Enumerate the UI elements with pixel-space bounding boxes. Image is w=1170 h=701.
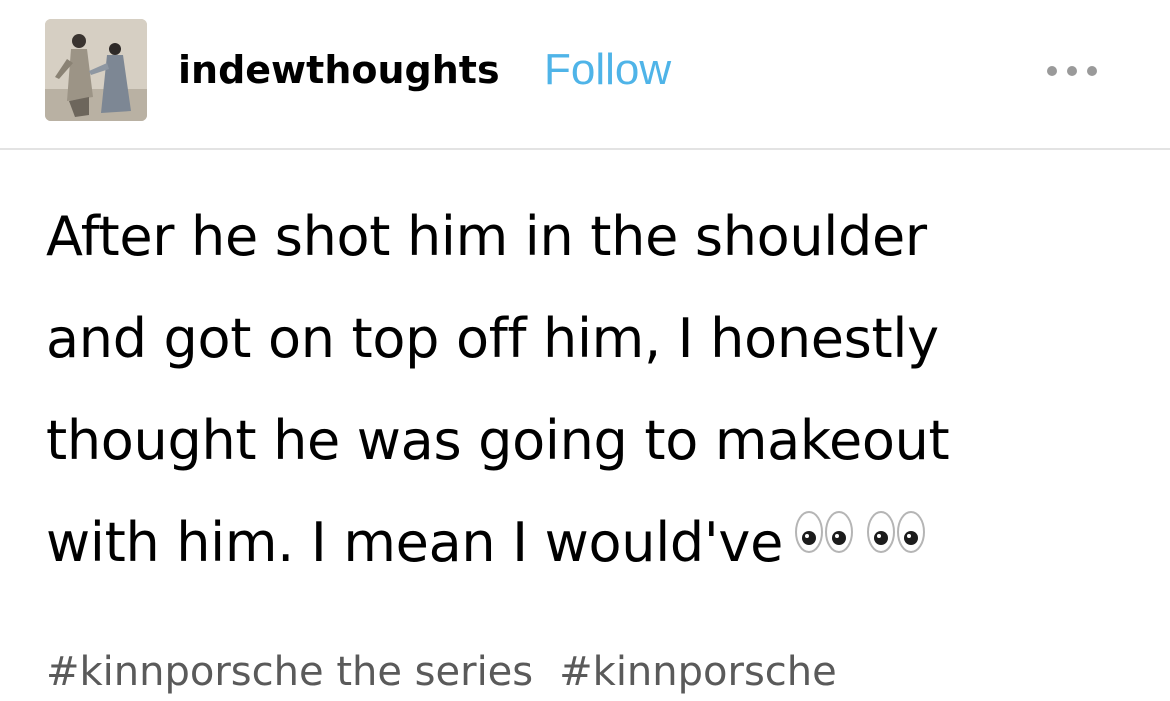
post-header: indewthoughts Follow — [0, 0, 1170, 150]
post-body-line: thought he was going to makeout — [46, 409, 950, 472]
tag-link[interactable]: #kinnporsche — [559, 646, 837, 698]
more-options-icon[interactable] — [1040, 56, 1104, 86]
post-body-line: and got on top off him, I honestly — [46, 307, 939, 370]
post-body-line: After he shot him in the shoulder — [46, 205, 927, 268]
eyes-emoji-icon — [793, 489, 929, 591]
post-body-text: After he shot him in the shoulder and go… — [46, 186, 1126, 594]
post-body-line: with him. I mean I would've — [46, 511, 784, 574]
tag-link[interactable]: #kinnporsche the series — [46, 646, 533, 698]
follow-button[interactable]: Follow — [544, 44, 671, 96]
post-tags: #kinnporsche the series #kinnporsche — [46, 646, 863, 698]
post-author-username[interactable]: indewthoughts — [178, 44, 500, 96]
avatar[interactable] — [45, 19, 147, 121]
avatar-image-icon — [45, 19, 147, 121]
